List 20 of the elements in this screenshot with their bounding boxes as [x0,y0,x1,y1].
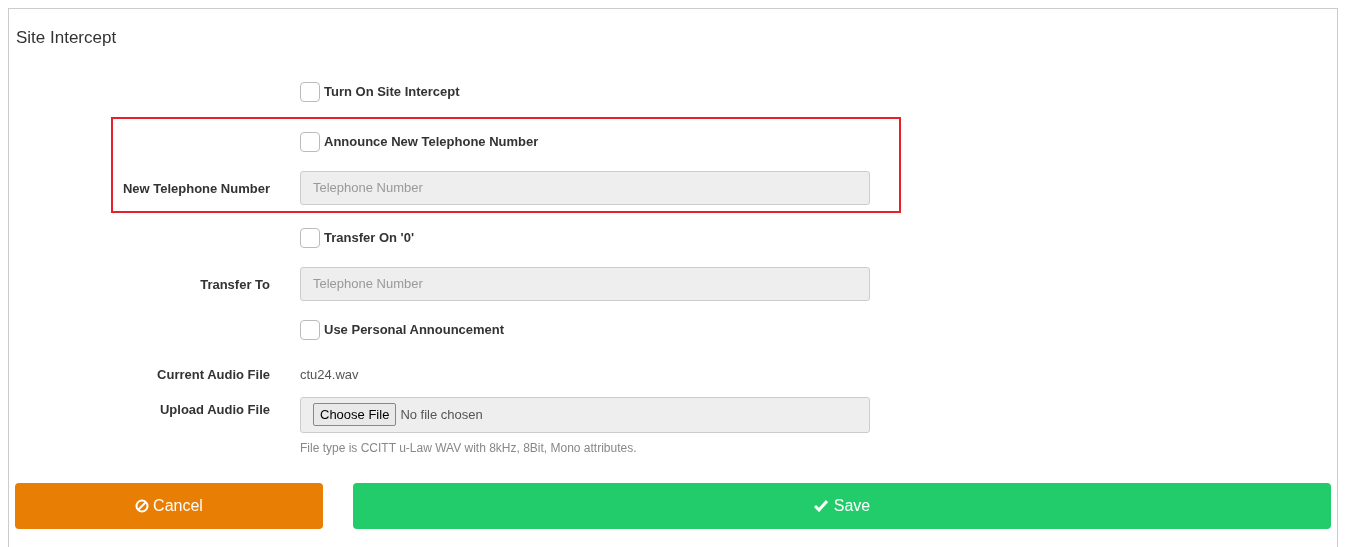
checkbox-label: Announce New Telephone Number [324,132,539,151]
checkbox[interactable] [300,131,320,152]
choose-file-button[interactable]: Choose File [313,402,397,427]
checkbox[interactable] [300,319,320,340]
help-text: File type is CCITT u-Law WAV with 8kHz, 8Bit, Mono attributes. [300,439,638,457]
check-icon [813,499,828,512]
field-label: New Telephone Number [122,180,270,196]
file-status: No file chosen [400,405,483,424]
field-value: ctu24.wav [300,366,359,382]
field-label: Current Audio File [157,366,270,382]
checkbox-label: Transfer On '0' [324,228,414,247]
field-label: Upload Audio File [160,401,270,417]
checkbox-label: Use Personal Announcement [324,320,505,339]
field-label: Transfer To [200,276,270,292]
cancel-icon [135,498,150,513]
checkbox[interactable] [300,227,320,248]
file-input[interactable]: Choose File No file chosen [300,396,870,433]
checkbox[interactable] [300,81,320,102]
panel-title: Site Intercept [15,27,118,49]
checkbox-label: Turn On Site Intercept [324,82,460,101]
